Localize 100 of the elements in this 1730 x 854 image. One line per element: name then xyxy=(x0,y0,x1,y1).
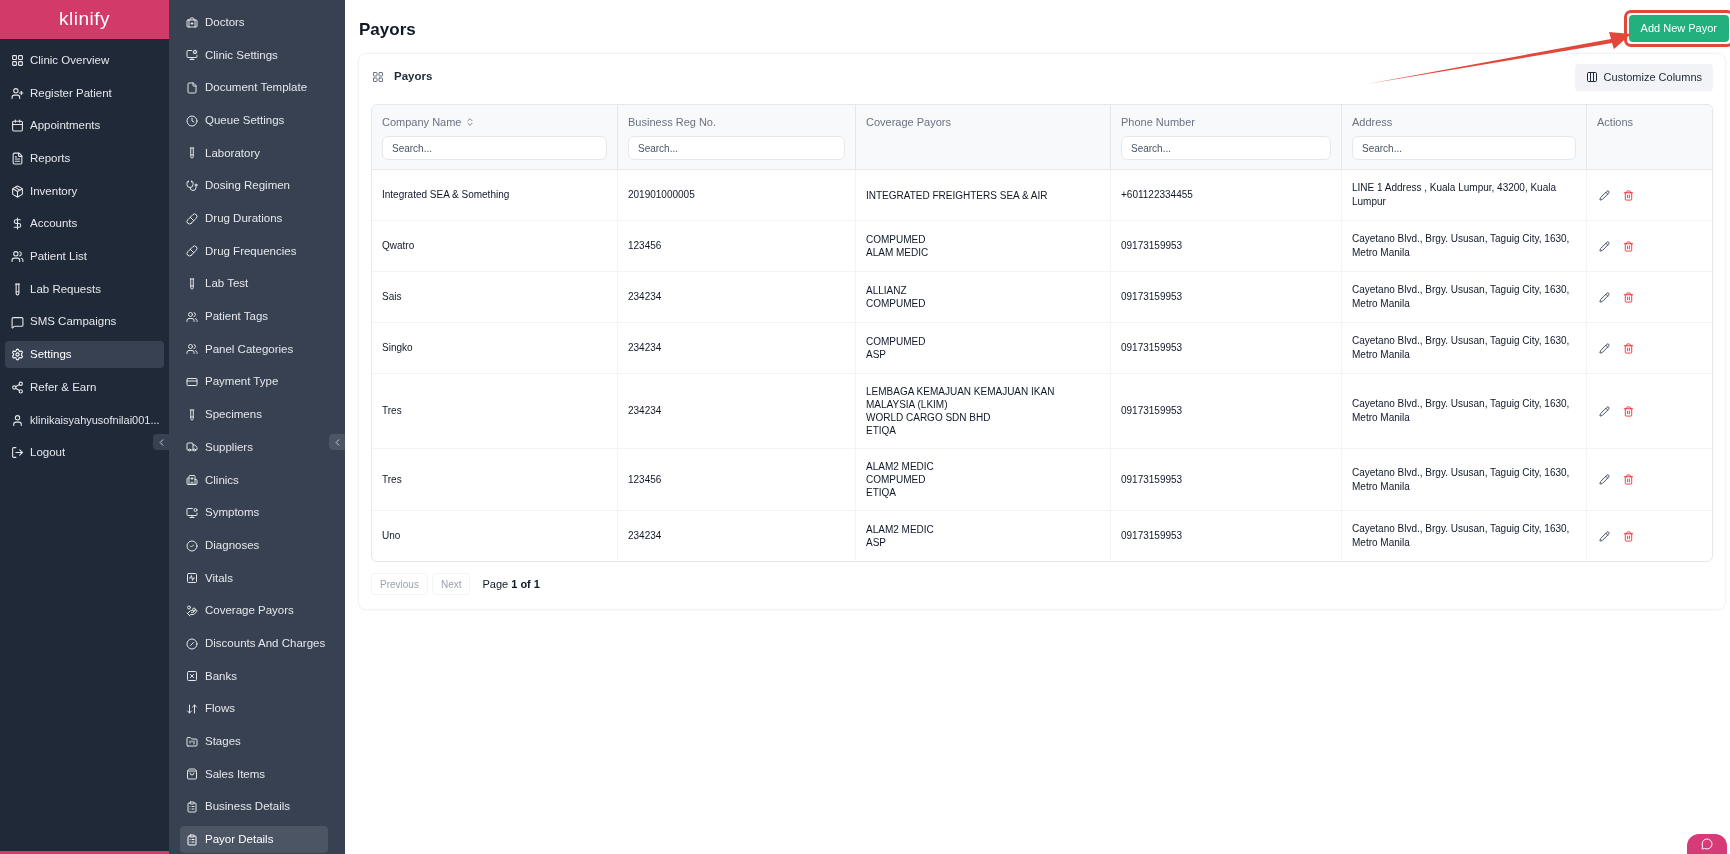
user-plus-icon xyxy=(11,86,24,100)
column-header: Actions xyxy=(1597,115,1634,129)
table-cell: Integrated SEA & Something xyxy=(382,188,510,202)
chat-icon xyxy=(11,315,24,329)
table-cell: 09173159953 xyxy=(1121,290,1183,304)
nav-item[interactable]: Logout xyxy=(5,439,164,467)
table-cell-text: Cayetano Blvd., Brgy. Ususan, Taguig City, 1630, Metro Manila xyxy=(1352,232,1571,260)
settings-nav-item[interactable]: Diagnoses xyxy=(180,532,328,559)
edit-icon[interactable] xyxy=(1599,342,1610,354)
table-cell: Tres xyxy=(382,472,402,487)
settings-nav-item[interactable]: Drug Frequencies xyxy=(180,237,328,265)
hand-coins-icon xyxy=(186,604,198,617)
table-cell: Uno xyxy=(382,529,401,543)
logout-icon xyxy=(11,446,24,460)
table-cell: 09173159953 xyxy=(1121,341,1183,355)
nav-item[interactable]: SMS Campaigns xyxy=(5,308,164,336)
nav-item[interactable]: Inventory xyxy=(5,177,164,205)
nav-item[interactable]: Settings xyxy=(5,341,164,369)
settings-nav-item[interactable]: Flows xyxy=(180,695,328,723)
grid-icon xyxy=(372,71,384,83)
delete-icon[interactable] xyxy=(1623,474,1634,485)
coverage-payors-cell: COMPUMED ASP xyxy=(866,335,926,361)
pill-icon xyxy=(186,212,198,225)
users-icon xyxy=(186,343,198,356)
columns-icon xyxy=(1585,71,1598,83)
delete-icon[interactable] xyxy=(1623,405,1634,417)
settings-nav-item[interactable]: Dosing Regimen xyxy=(180,172,328,200)
settings-nav-item[interactable]: Symptoms xyxy=(180,499,328,527)
delete-icon[interactable] xyxy=(1623,291,1634,303)
settings-nav-item[interactable]: Business Details xyxy=(180,793,328,821)
settings-nav-item[interactable]: Banks xyxy=(180,662,328,690)
nav-item[interactable]: Accounts xyxy=(5,210,164,238)
settings-nav-item[interactable]: Suppliers xyxy=(180,433,328,461)
customize-columns-button[interactable]: Customize Columns xyxy=(1574,63,1713,91)
coverage-payors-cell: ALAM2 MEDIC COMPUMED ETIQA xyxy=(866,460,934,499)
delete-icon[interactable] xyxy=(1623,189,1634,201)
table-cell: 123456 xyxy=(628,239,662,253)
edit-icon[interactable] xyxy=(1599,291,1610,303)
settings-nav-item[interactable]: Stages xyxy=(180,728,328,756)
settings-nav-item[interactable]: Payment Type xyxy=(180,368,328,396)
search-field[interactable]: Search... xyxy=(1121,136,1331,160)
edit-icon[interactable] xyxy=(1599,189,1610,201)
nav-item[interactable]: Reports xyxy=(5,145,164,173)
user-icon xyxy=(11,413,24,427)
box-icon xyxy=(11,184,24,198)
settings-nav-item[interactable]: Sales Items xyxy=(180,760,328,788)
settings-nav-item[interactable]: Clinic Settings xyxy=(180,41,328,69)
nav-item[interactable]: Refer & Earn xyxy=(5,373,164,401)
settings-nav-item[interactable]: Discounts And Charges xyxy=(180,630,328,658)
monitor-icon xyxy=(186,49,198,62)
settings-nav-item[interactable]: Vitals xyxy=(180,564,328,592)
nav-item[interactable]: Clinic Overview xyxy=(5,47,164,74)
search-field[interactable]: Search... xyxy=(1352,136,1576,160)
file-icon xyxy=(186,81,198,94)
column-header: Coverage Payors xyxy=(866,115,951,129)
settings-nav-item[interactable]: Lab Test xyxy=(180,270,328,298)
brand-logo: klinify xyxy=(59,7,110,32)
settings-nav-item[interactable]: Document Template xyxy=(180,74,328,102)
coverage-payors-cell: COMPUMED ALAM MEDIC xyxy=(866,233,929,259)
edit-icon[interactable] xyxy=(1599,474,1610,485)
edit-icon[interactable] xyxy=(1599,530,1610,542)
nav-item[interactable]: Appointments xyxy=(5,112,164,140)
truck-icon xyxy=(186,441,198,454)
settings-nav-item[interactable]: Specimens xyxy=(180,401,328,429)
clipboard-icon xyxy=(186,833,198,846)
coverage-payors-cell-text: LEMBAGA KEMAJUAN KEMAJUAN IKAN MALAYSIA (LKIM) WORLD CARGO SDN BHD ETIQA xyxy=(866,385,1056,437)
table-cell: 234234 xyxy=(628,404,662,418)
table-cell-text: Cayetano Blvd., Brgy. Ususan, Taguig City, 1630, Metro Manila xyxy=(1352,334,1571,362)
edit-icon[interactable] xyxy=(1599,240,1610,252)
settings-nav-item[interactable]: Payor Details xyxy=(180,826,328,854)
table-cell-text: Cayetano Blvd., Brgy. Ususan, Taguig City, 1630, Metro Manila xyxy=(1352,397,1571,425)
edit-icon[interactable] xyxy=(1599,405,1610,417)
table-cell: 09173159953 xyxy=(1121,472,1183,487)
folder-icon xyxy=(186,735,198,748)
check-circle-icon xyxy=(186,539,198,552)
table-cell: +601122334455 xyxy=(1121,188,1193,202)
hospital-icon xyxy=(186,474,198,487)
search-field[interactable]: Search... xyxy=(628,136,845,160)
settings-nav-item[interactable]: Patient Tags xyxy=(180,303,328,331)
settings-nav-item[interactable]: Panel Categories xyxy=(180,335,328,363)
nav-item[interactable]: Register Patient xyxy=(5,79,164,107)
settings-nav-item[interactable]: Laboratory xyxy=(180,139,328,167)
delete-icon[interactable] xyxy=(1623,240,1634,252)
delete-icon[interactable] xyxy=(1623,530,1634,542)
nav-item[interactable]: klinikaisyahyusofnilai001... xyxy=(5,406,164,434)
settings-nav-item[interactable]: Doctors xyxy=(180,9,328,36)
settings-nav-item[interactable]: Clinics xyxy=(180,466,328,494)
settings-nav-item[interactable]: Drug Durations xyxy=(180,205,328,233)
settings-nav-item[interactable]: Coverage Payors xyxy=(180,597,328,625)
page-title: Payors xyxy=(359,19,416,42)
collapse-button[interactable] xyxy=(153,434,169,450)
column-header[interactable]: Company Name xyxy=(382,115,476,129)
search-field[interactable]: Search... xyxy=(382,136,607,160)
coverage-payors-cell: INTEGRATED FREIGHTERS SEA & AIR xyxy=(866,188,1048,202)
x-square-icon xyxy=(186,670,198,683)
collapse-button[interactable] xyxy=(329,434,345,450)
delete-icon[interactable] xyxy=(1623,342,1634,354)
settings-nav-item[interactable]: Queue Settings xyxy=(180,107,328,135)
nav-item[interactable]: Patient List xyxy=(5,243,164,271)
nav-item[interactable]: Lab Requests xyxy=(5,275,164,303)
